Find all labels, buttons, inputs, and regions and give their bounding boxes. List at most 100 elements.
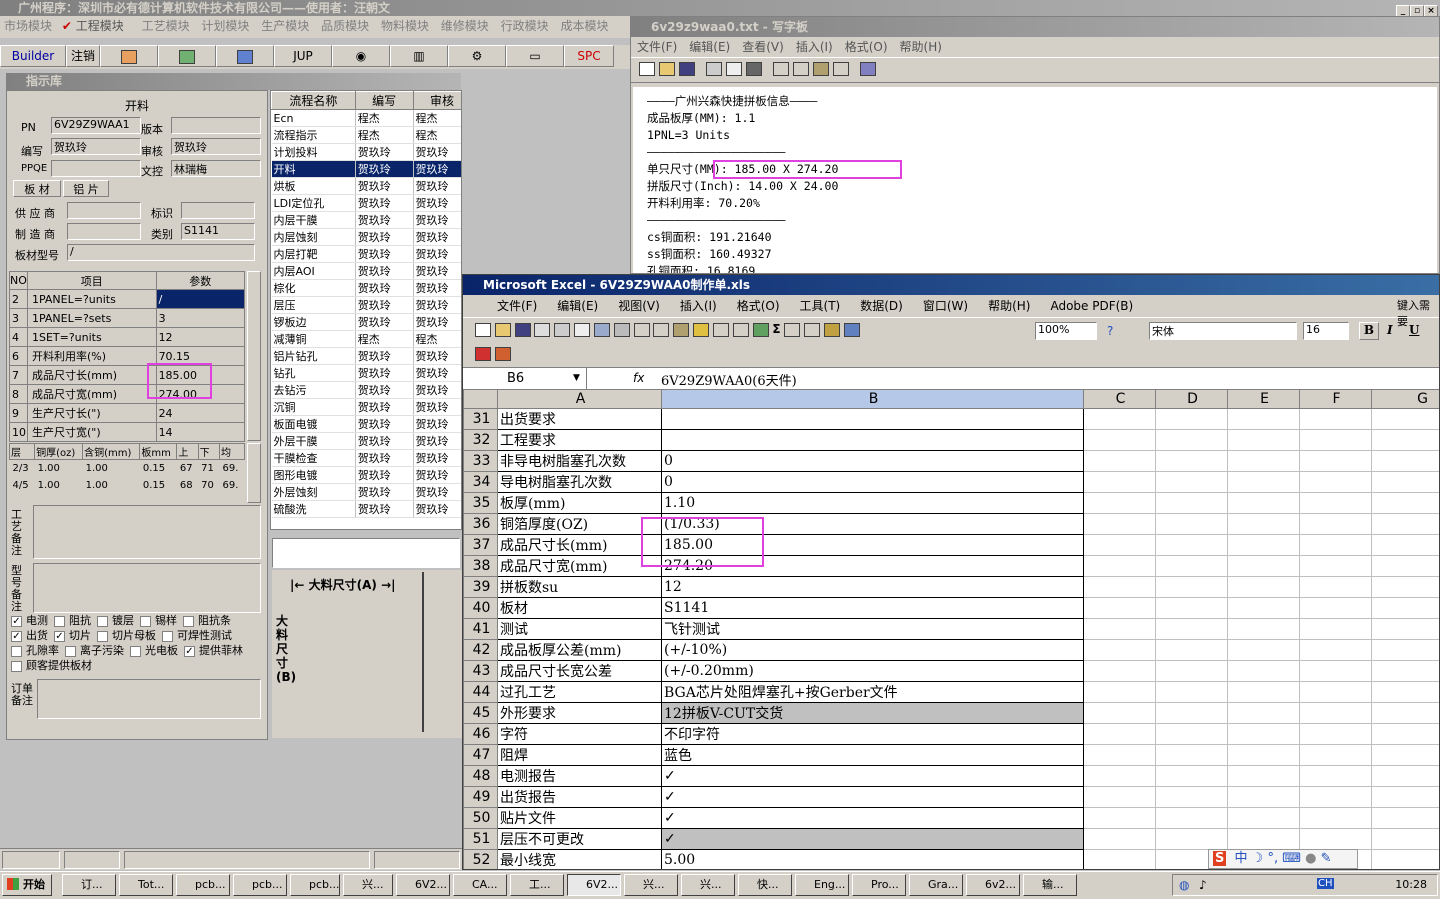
cell-empty[interactable] (1227, 429, 1300, 451)
cell-empty[interactable] (1155, 450, 1228, 472)
row-header[interactable]: 41 (463, 618, 498, 640)
taskbar-item[interactable]: 6v2... (966, 874, 1020, 896)
cell-empty[interactable] (1299, 471, 1372, 493)
row-header[interactable]: 52 (463, 849, 498, 869)
spc-button[interactable]: SPC (564, 45, 614, 67)
row-header[interactable]: 51 (463, 828, 498, 850)
taskbar-item[interactable]: 兴... (624, 874, 678, 896)
cell-empty[interactable] (1227, 450, 1300, 472)
cell-empty[interactable] (1299, 429, 1372, 451)
option-checkbox[interactable]: ✓ 电测 (11, 614, 48, 627)
process-note-field[interactable] (33, 505, 261, 559)
excel-menu-item[interactable]: 工具(T) (800, 299, 841, 313)
flow-row[interactable]: 内层干膜贺玖玲贺玖玲林瑞梅 (271, 211, 461, 229)
computer-icon[interactable]: ▭ (506, 45, 564, 67)
powerpoint-icon[interactable] (100, 45, 158, 67)
option-checkbox[interactable]: 光电板 (130, 644, 178, 657)
doc-field[interactable]: 林瑞梅 (171, 160, 261, 177)
sort-desc-icon[interactable] (804, 322, 821, 337)
cell-a[interactable]: 成品尺寸宽(mm) (497, 555, 662, 577)
start-button[interactable]: 开始 (2, 874, 52, 896)
cell-empty[interactable] (1083, 807, 1156, 829)
row-header[interactable]: 50 (463, 807, 498, 829)
logout-button[interactable]: 注销 (66, 45, 100, 67)
layer-row[interactable]: 2/3 1.00 1.00 0.15 67 71 69. (9, 459, 245, 477)
cell-b[interactable]: 0 (661, 471, 1084, 493)
cell-empty[interactable] (1371, 744, 1439, 766)
find-icon[interactable] (745, 61, 762, 76)
taskbar-item[interactable]: 输... (1023, 874, 1077, 896)
cell-empty[interactable] (1299, 702, 1372, 724)
cell-a[interactable]: 导电树脂塞孔次数 (497, 471, 662, 493)
maker-field[interactable] (67, 223, 141, 240)
tray-volume-icon[interactable]: ♪ (1199, 878, 1207, 892)
taskbar-item[interactable]: 6V2... (567, 874, 621, 896)
excel-menu-item[interactable]: 插入(I) (680, 299, 717, 313)
flow-row[interactable]: 板面电镀 贺玖玲 贺玖玲 (271, 415, 461, 433)
checkbox-box[interactable] (162, 630, 173, 642)
row-header[interactable]: 36 (463, 513, 498, 535)
option-checkbox[interactable]: 孔隙率 (11, 644, 59, 657)
keyboard-icon[interactable]: ⌨ (1282, 851, 1301, 866)
author-field[interactable]: 贺玖玲 (51, 138, 141, 155)
cell-empty[interactable] (1299, 534, 1372, 556)
cut-icon[interactable] (773, 61, 790, 76)
italic-button[interactable]: I (1387, 323, 1393, 337)
autosum-icon[interactable]: Σ (772, 322, 780, 336)
checkbox-box[interactable] (54, 615, 65, 627)
flow-row[interactable]: 减薄铜 程杰 程杰 (271, 330, 461, 348)
underline-button[interactable]: U (1409, 323, 1419, 337)
param-row[interactable]: 10 生产尺寸宽(") 14 (9, 422, 246, 442)
tray-ime-icon[interactable]: CH (1317, 878, 1334, 889)
flow-row[interactable]: 外层干膜 贺玖玲 贺玖玲 (271, 432, 461, 450)
option-checkbox[interactable]: ✓ 切片 (54, 629, 91, 642)
cell-empty[interactable] (1299, 723, 1372, 745)
cell-a[interactable]: 最小线宽 (497, 849, 662, 869)
cell-empty[interactable] (1227, 576, 1300, 598)
checkbox-box[interactable]: ✓ (11, 615, 22, 627)
model-field[interactable]: / (67, 244, 255, 261)
version-field[interactable] (171, 117, 261, 134)
cell-a[interactable]: 成品尺寸长宽公差 (497, 660, 662, 682)
paste-icon[interactable] (673, 322, 690, 337)
cell-empty[interactable] (1227, 723, 1300, 745)
cell-empty[interactable] (1083, 786, 1156, 808)
taskbar-item[interactable]: Tot... (119, 874, 173, 896)
cell-empty[interactable] (1227, 492, 1300, 514)
cell-empty[interactable] (1371, 450, 1439, 472)
datetime-icon[interactable] (860, 61, 877, 76)
taskbar-item[interactable]: Pro... (852, 874, 906, 896)
cell-empty[interactable] (1227, 744, 1300, 766)
column-header[interactable]: A (497, 389, 662, 409)
tray-network-icon[interactable]: ◍ (1179, 878, 1189, 892)
excel-menu-item[interactable]: Adobe PDF(B) (1050, 299, 1133, 313)
flow-row[interactable]: 外层蚀刻 贺玖玲 贺玖玲 (271, 483, 461, 501)
taskbar-item[interactable]: pcb... (233, 874, 287, 896)
new-icon[interactable] (475, 322, 491, 337)
undo-icon[interactable] (832, 61, 849, 76)
cell-b[interactable]: 5.00 (661, 849, 1084, 869)
wordpad-menu-item[interactable]: 帮助(H) (900, 40, 942, 54)
param-value[interactable]: 12 (155, 327, 246, 347)
wrench-icon[interactable]: ✎ (1321, 851, 1332, 866)
cell-empty[interactable] (1083, 576, 1156, 598)
cell-empty[interactable] (1371, 765, 1439, 787)
pn-field[interactable]: 6V29Z9WAA1 (51, 117, 141, 134)
param-value[interactable]: 3 (155, 308, 246, 328)
new-icon[interactable] (639, 61, 655, 76)
save-icon[interactable] (514, 322, 531, 337)
flow-input[interactable] (272, 538, 460, 568)
row-header[interactable]: 45 (463, 702, 498, 724)
paste-icon[interactable] (812, 61, 829, 76)
cell-empty[interactable] (1083, 744, 1156, 766)
cell-b[interactable]: 12拼板V-CUT交货 (661, 702, 1084, 724)
cell-a[interactable]: 过孔工艺 (497, 681, 662, 703)
cell-empty[interactable] (1299, 639, 1372, 661)
pdf-convert-icon[interactable] (475, 346, 491, 361)
cell-a[interactable]: 贴片文件 (497, 807, 662, 829)
cell-b[interactable]: 0 (661, 450, 1084, 472)
menu-cost[interactable]: 成本模块 (560, 19, 608, 33)
flow-row[interactable]: 干膜检查 贺玖玲 贺玖玲 (271, 449, 461, 467)
flow-col[interactable]: 审核 (412, 91, 461, 110)
cell-empty[interactable] (1155, 828, 1228, 850)
